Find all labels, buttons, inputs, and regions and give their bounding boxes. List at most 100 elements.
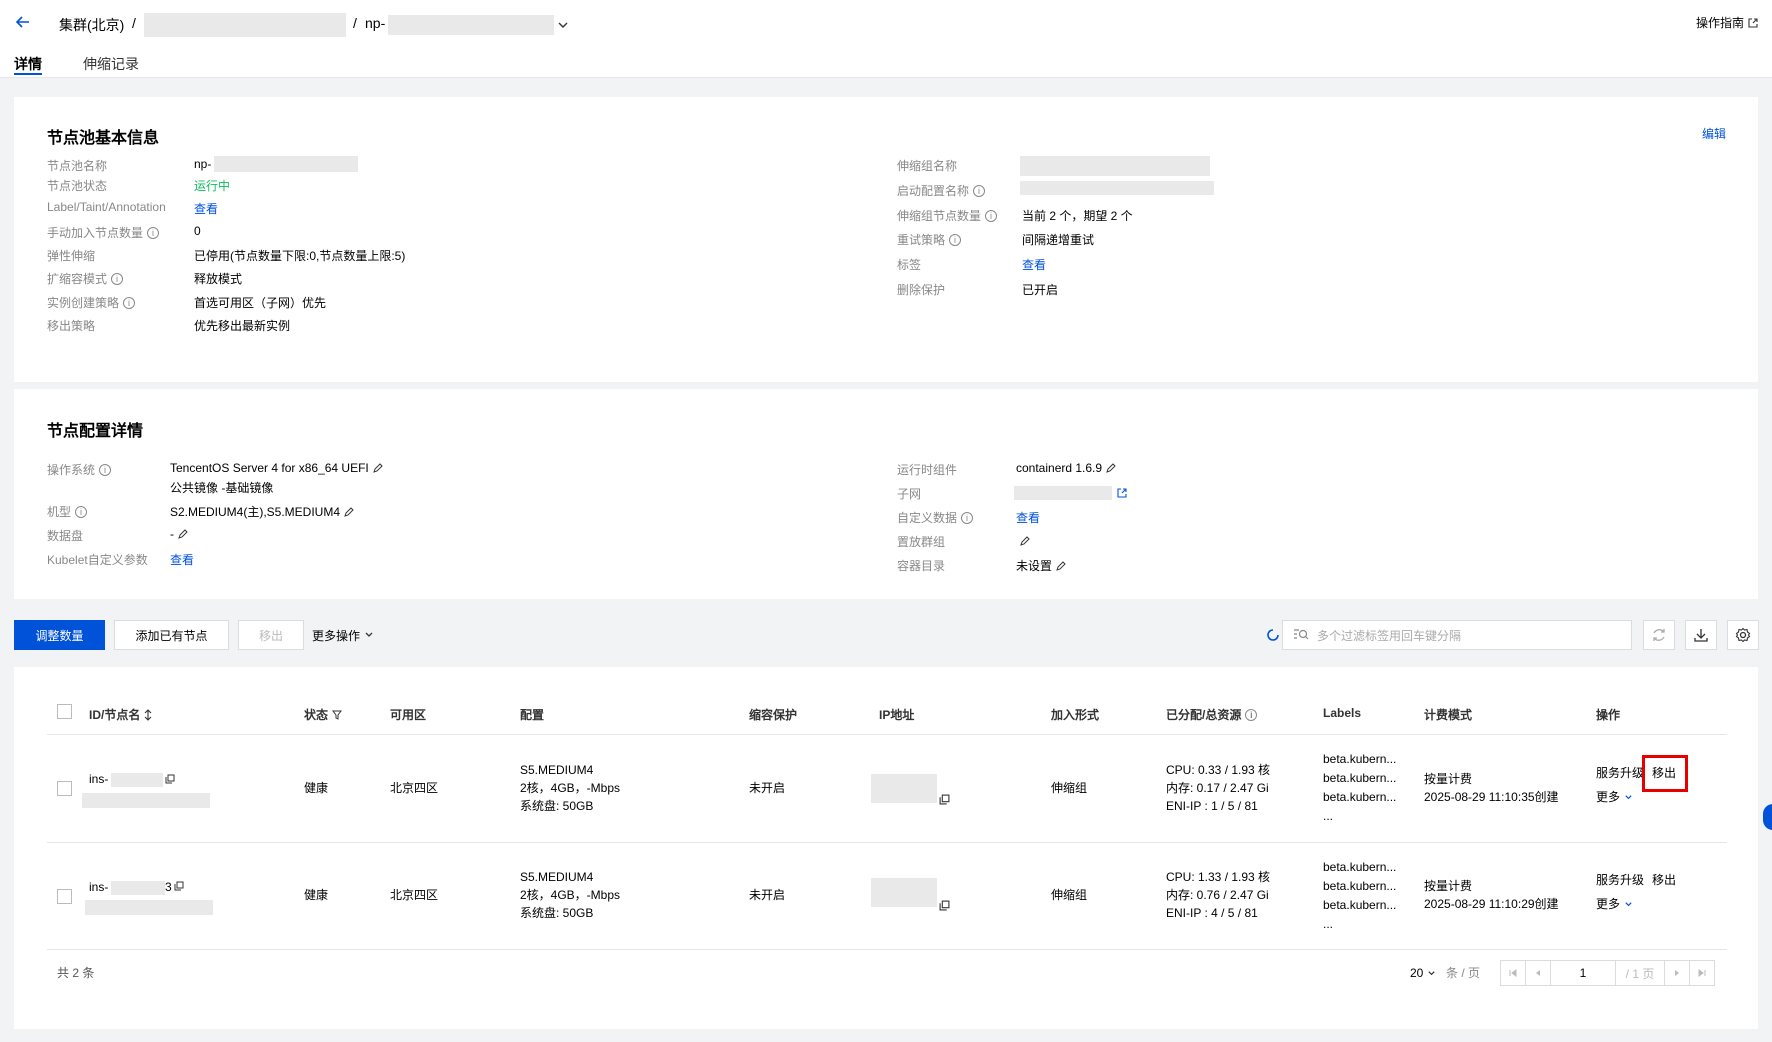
copy-icon[interactable] [939,900,950,911]
info-icon[interactable]: i [75,505,88,518]
view-link[interactable]: 查看 [194,200,218,217]
back-arrow-icon[interactable] [14,13,32,31]
redacted-subnet [1014,486,1112,500]
chevron-down-icon[interactable] [557,19,569,31]
first-page-button[interactable] [1500,960,1526,986]
filter-icon[interactable] [332,710,343,720]
prev-page-button[interactable] [1525,960,1551,986]
node-id-link[interactable]: ins- [89,770,108,789]
edit-pen-icon[interactable] [1105,462,1117,474]
info-icon[interactable]: i [123,296,136,309]
tab-scaling-records[interactable]: 伸缩记录 [83,54,139,74]
placement-group-label: 置放群组 [897,535,946,549]
basic-right-label: 启动配置名称 i [897,182,986,199]
config-type: S5.MEDIUM4 [520,763,594,777]
info-icon[interactable]: i [1245,708,1258,721]
container-dir-value: 未设置 [1016,557,1067,574]
basic-right-label: 标签 [897,258,922,272]
col-id-name[interactable]: ID/节点名 [89,706,152,723]
info-icon[interactable]: i [111,272,124,285]
info-icon[interactable]: i [147,226,160,239]
row-checkbox[interactable] [57,889,72,904]
copy-icon[interactable] [939,794,950,805]
total-count: 共 2 条 [57,966,95,980]
per-page-label: 条 / 页 [1446,966,1481,980]
redacted-value [1020,181,1214,195]
settings-button[interactable] [1727,620,1759,650]
info-icon[interactable]: i [949,233,962,246]
col-billing: 计费模式 [1424,708,1473,722]
chevron-down-icon [365,632,373,637]
basic-left-value: 首选可用区（子网）优先 [194,296,327,310]
page-number-input[interactable]: 1 [1550,960,1616,986]
floating-helper-button[interactable] [1763,804,1772,830]
col-status[interactable]: 状态 [304,706,343,723]
active-tab-indicator [14,73,42,75]
breadcrumb-nodepool[interactable]: np- [365,15,385,31]
redacted-node-name [85,900,213,915]
eni-ip-usage: ENI-IP : 1 / 5 / 81 [1166,799,1258,813]
user-data-label: 自定义数据 i [897,509,974,526]
basic-left-label: 实例创建策略 i [47,294,136,311]
basic-right-value: 间隔递增重试 [1022,233,1095,247]
gear-icon [1735,627,1751,643]
service-upgrade-link[interactable]: 服务升级 [1596,871,1644,890]
info-icon[interactable]: i [985,209,998,222]
view-link[interactable]: 查看 [1022,256,1046,273]
edit-button[interactable]: 编辑 [1702,125,1726,142]
next-page-icon [1675,970,1679,976]
next-page-button[interactable] [1664,960,1690,986]
download-icon [1694,629,1708,642]
node-id-suffix[interactable]: 3 [165,878,172,897]
node-id-link[interactable]: ins- [89,878,108,897]
redacted-ip [871,774,937,803]
info-icon[interactable]: i [961,511,974,524]
select-all-checkbox[interactable] [57,704,72,719]
user-data-view-link[interactable]: 查看 [1016,509,1040,526]
remove-button[interactable]: 移出 [238,620,304,650]
redacted-node-name [82,793,210,808]
external-link-icon[interactable] [1117,488,1127,498]
add-existing-nodes-button[interactable]: 添加已有节点 [114,620,229,650]
row-checkbox[interactable] [57,781,72,796]
refresh-icon [1653,629,1665,641]
edit-pen-icon[interactable] [177,528,189,540]
guide-link[interactable]: 操作指南 [1696,14,1758,31]
edit-pen-icon[interactable] [1055,560,1067,572]
info-icon[interactable]: i [973,184,986,197]
service-upgrade-link[interactable]: 服务升级 [1596,764,1644,783]
edit-pen-icon[interactable] [343,506,355,518]
sort-icon[interactable] [144,708,152,721]
more-actions-link[interactable]: 更多 [1596,788,1633,807]
node-config-title: 节点配置详情 [47,423,144,440]
copy-icon[interactable] [165,774,175,784]
edit-pen-icon[interactable] [1019,535,1031,547]
more-actions-link[interactable]: 更多 [1596,895,1633,914]
memory-usage: 内存: 0.76 / 2.47 Gi [1166,888,1269,902]
basic-left-label: 节点池状态 [47,179,108,193]
more-actions-dropdown[interactable]: 更多操作 [308,620,378,650]
edit-pen-icon[interactable] [372,462,384,474]
data-disk-label: 数据盘 [47,529,84,543]
filter-search-input[interactable]: 多个过滤标签用回车键分隔 [1282,620,1632,650]
zone-value: 北京四区 [390,888,439,902]
copy-icon[interactable] [174,881,184,891]
page-size-select[interactable]: 20 [1410,964,1436,983]
info-icon[interactable]: i [99,463,112,476]
last-page-button[interactable] [1689,960,1715,986]
config-spec: 2核，4GB，-Mbps [520,888,621,902]
breadcrumb-region[interactable]: 集群(北京) [59,15,124,35]
row-divider [47,842,1727,843]
os-value: TencentOS Server 4 for x86_64 UEFI [170,461,384,475]
basic-right-label: 伸缩组节点数量 i [897,207,998,224]
refresh-button[interactable] [1643,620,1675,650]
kubelet-params-view-link[interactable]: 查看 [170,551,194,568]
download-button[interactable] [1685,620,1717,650]
basic-left-value: 0 [194,224,201,238]
tab-details[interactable]: 详情 [14,54,42,74]
adjust-count-button[interactable]: 调整数量 [14,620,105,650]
scale-protect-value: 未开启 [749,888,786,902]
label-item: beta.kubern... [1323,771,1397,785]
remove-node-link[interactable]: 移出 [1652,871,1676,890]
billing-mode: 按量计费 [1424,772,1473,786]
